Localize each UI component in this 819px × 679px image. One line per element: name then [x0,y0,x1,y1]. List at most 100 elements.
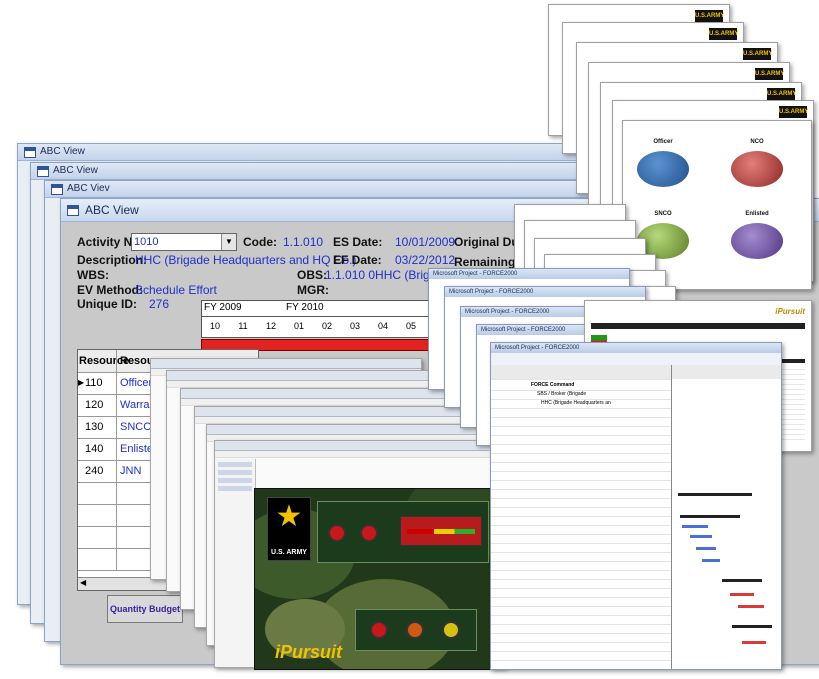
table-header-row [491,365,671,380]
gantt-task-bar [702,559,720,562]
gantt-critical-bar [730,593,754,596]
resource-id: 110 [85,377,103,389]
ef-date-value: 03/22/2012 [395,253,456,267]
ipursuit-brand: iPursuit [275,642,343,662]
resource-id: 130 [85,421,104,433]
window-title: ABC View [40,146,85,157]
status-light-red [370,621,388,639]
resource-name: JNN [120,465,142,477]
task-name: HHC (Brigade Headquarters an [541,400,611,406]
window-title: ABC Viev [67,183,110,194]
gantt-task-bar [690,535,712,538]
table-row[interactable]: HHC (Brigade Headquarters an [491,399,671,409]
month-label: 04 [377,321,388,331]
army-logo: U.S.ARMY [709,28,738,40]
month-label: 02 [321,321,332,331]
army-logo: U.S.ARMY [743,48,772,60]
code-value: 1.1.010 [283,235,324,249]
month-label: 03 [349,321,360,331]
army-logo: U.S.ARMY [695,10,724,22]
wbs-label: WBS: [77,268,109,282]
mgr-label: MGR: [297,283,329,297]
window-title: ABC View [85,203,139,217]
window-title: Microsoft Project - FORCE2000 [491,343,781,353]
task-table: FORCE Command SBS / Broker (Brigade HHC … [491,365,672,669]
window-titlebar: ABC Viev [45,181,605,198]
window-icon [37,166,49,177]
window-title: Microsoft Project - FORCE2000 [429,269,629,279]
army-logo: U.S.ARMY [755,68,784,80]
obs-label: OBS: [297,268,327,282]
gantt-summary-bar [722,579,762,582]
month-label: 11 [238,321,248,331]
pie-chart-nco [731,151,783,187]
resource-id: 240 [85,465,104,477]
resource-id: 120 [85,399,104,411]
army-logo: U.S.ARMY [767,88,796,100]
month-label: 10 [209,321,220,331]
pie-label: Enlisted [745,211,769,217]
gantt-summary-bar [678,493,752,496]
window-title: Microsoft Project - FORCE2000 [445,287,645,297]
status-light-orange [406,621,424,639]
gantt-critical-bar [738,605,764,608]
window-titlebar: ABC View [18,144,578,161]
task-rows [491,409,671,669]
es-date-value: 10/01/2009 [395,235,456,249]
window-title: ABC View [53,165,98,176]
army-logo: ★ U.S. ARMY [267,497,311,561]
unique-id-label: Unique ID: [77,297,137,311]
fiscal-year-2009: FY 2009 [204,302,242,313]
quantity-budget-header: Quantity Budget [107,595,183,623]
month-label: 01 [293,321,304,331]
army-dashboard-window: ★ U.S. ARMY iPursuit [254,488,502,670]
unique-id-value: 276 [149,297,170,311]
task-name: SBS / Broker (Brigade [537,391,587,397]
status-light-red [360,524,378,542]
activity-name-combobox[interactable]: 1010 ▼ [131,233,237,251]
star-icon: ★ [275,500,303,533]
gantt-chart [672,365,781,669]
month-label: 05 [405,321,416,331]
sidebar [215,459,256,667]
window-titlebar: ABC View [31,163,591,180]
army-logo: U.S.ARMY [779,106,808,118]
ev-method-value: Schedule Effort [135,283,217,297]
fiscal-year-2010: FY 2010 [286,302,324,313]
chevron-down-icon[interactable]: ▼ [221,234,236,250]
code-label: Code: [243,235,277,249]
gantt-task-bar [696,547,716,550]
gauge-panel-top [317,501,489,563]
chevron-left-icon[interactable]: ◀ [80,578,86,587]
ms-project-gantt-window: Microsoft Project - FORCE2000 FORCE Comm… [490,342,782,670]
pie-label: NCO [750,139,764,145]
task-name: FORCE Command [531,382,575,388]
status-light-yellow [442,621,460,639]
es-date-label: ES Date: [333,235,383,249]
status-light-red [328,524,346,542]
resource-id: 140 [85,443,104,455]
army-logo-text: U.S. ARMY [271,549,307,556]
row-selector-icon: ▶ [78,378,85,387]
ef-date-label: EF Date: [333,253,382,267]
gantt-critical-bar [742,641,766,644]
resource-name: SNCO [120,421,152,433]
activity-name-value: 1010 [134,236,159,248]
gauge-panel-bottom [355,609,477,651]
description-value: HHC (Brigade Headquarters and HQ Co.) [135,253,357,267]
ev-method-label: EV Method: [77,283,143,297]
status-panel [400,516,482,546]
gantt-summary-bar [732,625,772,628]
window-icon [67,205,79,216]
window-icon [51,184,63,195]
gantt-summary-bar [680,515,740,518]
ipursuit-logo: iPursuit [775,307,805,316]
pie-label: SNCO [654,211,672,217]
pie-label: Officer [653,139,673,145]
timeline-header: FY 2009 FY 2010 10 11 12 01 02 03 04 05 [201,300,439,338]
gantt-task-bar [682,525,708,528]
pie-chart-enlisted [731,223,783,259]
month-label: 12 [265,321,276,331]
window-icon [24,147,36,158]
pie-chart-officer [637,151,689,187]
